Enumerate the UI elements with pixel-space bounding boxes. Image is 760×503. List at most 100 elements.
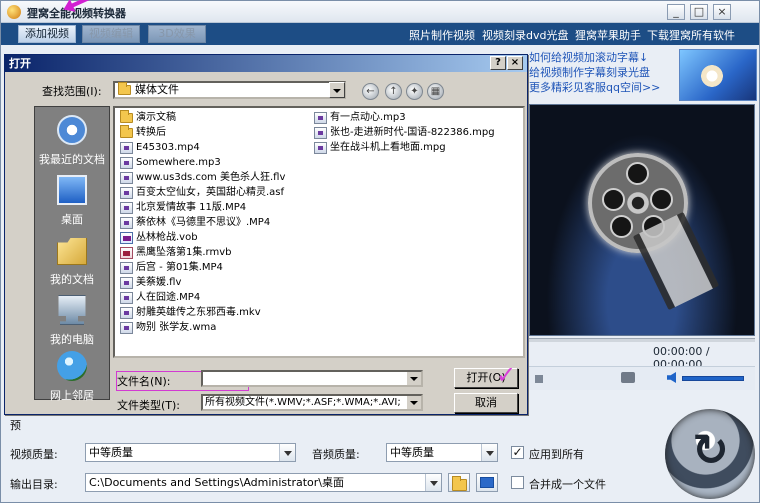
place-my-computer[interactable]: 我的电脑 [35, 291, 109, 351]
convert-button[interactable] [665, 409, 755, 499]
reel-hole [626, 162, 649, 185]
chevron-down-icon[interactable] [406, 396, 421, 409]
folder-icon [120, 110, 133, 123]
apply-all-label: 应用到所有 [529, 448, 584, 461]
rm-file-icon [120, 247, 133, 259]
help-links: 如何给视频加滚动字幕↓ 给视频制作字幕刻录光盘 更多精彩见客服qq空间>> [529, 49, 677, 99]
add-video-button[interactable]: 添加视频 [18, 25, 76, 43]
app-logo-icon [7, 5, 21, 19]
file-name: Somewhere.mp3 [136, 157, 221, 168]
place-desktop[interactable]: 桌面 [35, 171, 109, 231]
help-button[interactable]: ? [490, 56, 506, 70]
download-all-link[interactable]: 下载狸窝所有软件 [647, 27, 735, 43]
filetype-select[interactable]: 所有视频文件(*.WMV;*.ASF;*.WMA;*.AVI; [201, 394, 423, 411]
media-file-icon [120, 277, 133, 289]
lookin-select[interactable]: 媒体文件 [113, 81, 346, 99]
output-dir-input[interactable]: C:\Documents and Settings\Administrator\… [85, 473, 442, 492]
dialog-title: 打开 [5, 55, 527, 72]
file-name: 北京爱情故事 11版.MP4 [136, 202, 247, 213]
media-file-icon [314, 142, 327, 154]
file-name: 黑鹰坠落第1集.rmvb [136, 247, 232, 258]
chevron-down-icon[interactable] [279, 444, 295, 461]
open-output-folder-icon [480, 477, 494, 488]
volume-slider[interactable] [682, 376, 744, 381]
file-name: 坐在战斗机上看地面.mpg [330, 142, 446, 153]
view-menu-icon[interactable]: ▦ [427, 83, 444, 100]
close-button[interactable]: × [713, 4, 731, 20]
chevron-down-icon[interactable] [481, 444, 497, 461]
place-label: 我的文档 [50, 273, 94, 286]
file-name: 吻别 张学友.wma [136, 322, 217, 333]
file-name: 转换后 [136, 127, 166, 138]
file-name: E45303.mp4 [136, 142, 200, 153]
file-name: 美蔡媛.flv [136, 277, 182, 288]
lookin-label: 查找范围(I): [42, 85, 102, 98]
audio-quality-value: 中等质量 [390, 446, 434, 459]
file-name: www.us3ds.com 美色杀人狂.flv [136, 172, 286, 183]
apple-helper-link[interactable]: 狸窝苹果助手 [575, 27, 641, 43]
recent-documents-icon [57, 115, 87, 145]
dvd-burn-link[interactable]: 视频刻录dvd光盘 [482, 27, 568, 43]
advert-banner[interactable] [679, 49, 757, 101]
app-window: 狸窝全能视频转换器 _ □ × 添加视频 视频编辑 3D效果 照片制作视频 视频… [0, 0, 760, 503]
merge-file-checkbox[interactable] [511, 476, 524, 489]
lookin-value: 媒体文件 [135, 83, 179, 96]
file-name: 有一点动心.mp3 [330, 112, 406, 123]
up-folder-icon[interactable]: ↑ [385, 83, 402, 100]
browse-folder-button[interactable] [448, 473, 470, 492]
filename-label: 文件名(N): [117, 375, 171, 388]
qq-space-link[interactable]: 更多精彩见客服qq空间>> [529, 79, 677, 94]
effect-3d-button[interactable]: 3D效果 [148, 25, 206, 43]
open-folder-button[interactable] [476, 473, 498, 492]
new-folder-icon[interactable]: ✦ [406, 83, 423, 100]
media-file-icon [120, 202, 133, 214]
scroll-subtitle-link[interactable]: 如何给视频加滚动字幕↓ [529, 49, 677, 64]
place-my-documents[interactable]: 我的文档 [35, 231, 109, 291]
merge-file-label: 合并成一个文件 [529, 478, 606, 491]
dialog-close-button[interactable]: × [507, 56, 523, 70]
media-file-icon [314, 112, 327, 124]
volume-icon[interactable] [667, 372, 676, 383]
reel-hole [602, 188, 625, 211]
chevron-down-icon[interactable] [406, 372, 421, 385]
place-label: 我的电脑 [50, 333, 94, 346]
video-quality-select[interactable]: 中等质量 [85, 443, 296, 462]
open-file-dialog: 打开 ? × 查找范围(I): 媒体文件 ← ↑ ✦ ▦ 我最近的文档 桌面 我… [4, 54, 528, 415]
place-label: 网上邻居 [50, 389, 94, 402]
playback-controls [529, 366, 755, 390]
video-edit-button[interactable]: 视频编辑 [82, 25, 140, 43]
file-name: 丛林枪战.vob [136, 232, 198, 243]
place-label: 我最近的文档 [39, 153, 105, 166]
main-toolbar: 添加视频 视频编辑 3D效果 照片制作视频 视频刻录dvd光盘 狸窝苹果助手 下… [1, 23, 759, 45]
media-file-icon [120, 187, 133, 199]
cancel-button[interactable]: 取消 [454, 393, 518, 413]
file-list[interactable]: 演示文稿 转换后 E45303.mp4 Somewhere.mp3 www.us… [113, 106, 525, 358]
folder-icon [452, 476, 467, 491]
maximize-button[interactable]: □ [690, 4, 708, 20]
chevron-down-icon[interactable] [425, 474, 441, 491]
camera-icon[interactable] [621, 372, 635, 383]
media-file-icon [120, 157, 133, 169]
minimize-button[interactable]: _ [667, 4, 685, 20]
file-name: 人在囧途.MP4 [136, 292, 201, 303]
reel-hole [650, 188, 673, 211]
network-icon [57, 351, 87, 381]
media-file-icon [120, 217, 133, 229]
place-network[interactable]: 网上邻居 [35, 347, 109, 407]
subtitle-dvd-link[interactable]: 给视频制作字幕刻录光盘 [529, 64, 677, 79]
app-title: 狸窝全能视频转换器 [27, 7, 126, 20]
stop-icon[interactable] [535, 375, 543, 383]
place-recent[interactable]: 我最近的文档 [35, 111, 109, 171]
annotation-check-icon: ✓ [496, 361, 517, 389]
file-name: 蔡依林《马德里不思议》.MP4 [136, 217, 271, 228]
chevron-down-icon[interactable] [329, 82, 345, 98]
media-file-icon [314, 127, 327, 139]
back-icon[interactable]: ← [362, 83, 379, 100]
media-file-icon [120, 172, 133, 184]
apply-all-checkbox[interactable]: ✓ [511, 446, 524, 459]
photo-video-link[interactable]: 照片制作视频 [409, 27, 475, 43]
audio-quality-select[interactable]: 中等质量 [386, 443, 498, 462]
seek-bar[interactable] [529, 338, 755, 342]
filename-input[interactable] [201, 370, 423, 387]
place-label: 桌面 [61, 213, 83, 226]
